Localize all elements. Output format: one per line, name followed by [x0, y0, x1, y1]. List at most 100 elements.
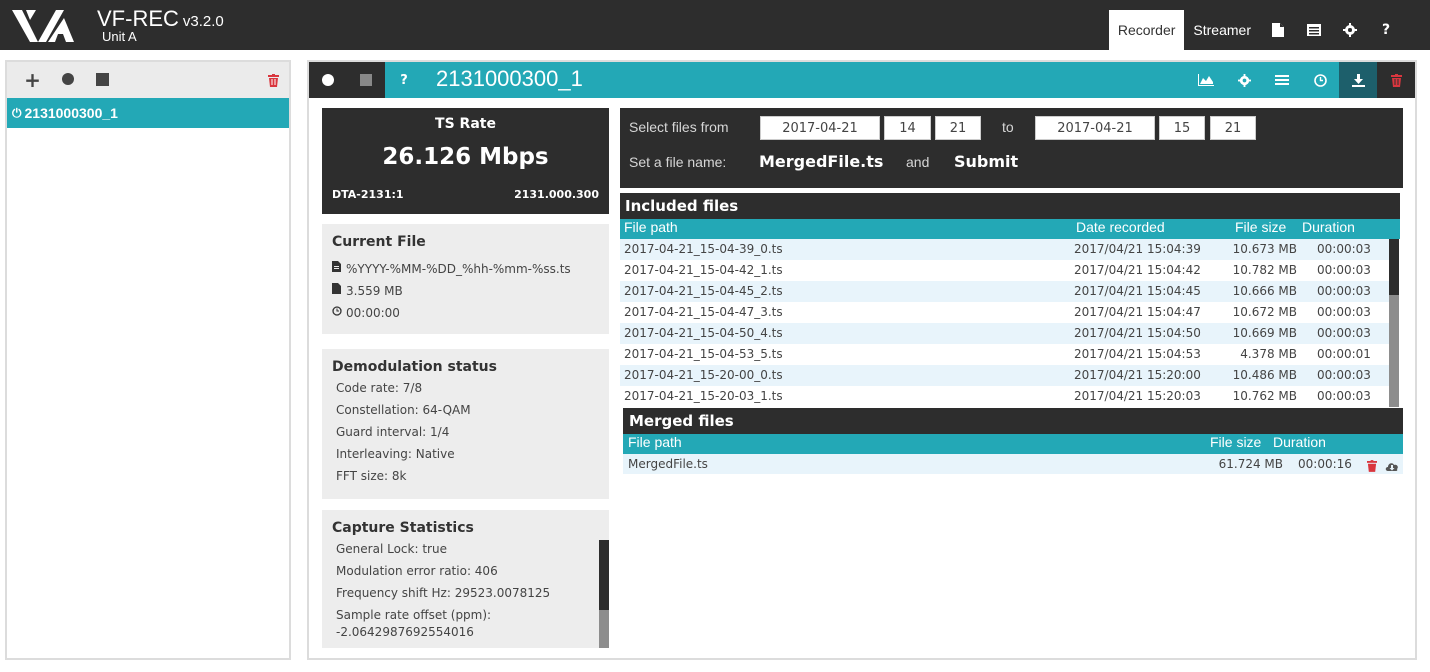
current-file-size-row: 3.559 MB: [332, 280, 609, 302]
file-size: 10.782 MB: [1232, 263, 1297, 277]
power-icon: ⏻: [12, 105, 22, 120]
table-row[interactable]: 2017-04-21_15-20-00_0.ts 2017/04/21 15:2…: [620, 365, 1389, 386]
trash-icon[interactable]: [1367, 458, 1377, 478]
col-duration[interactable]: Duration: [1302, 219, 1355, 235]
current-file-size: 3.559 MB: [346, 284, 403, 298]
demodulation-card: Demodulation status Code rate: 7/8 Const…: [322, 349, 609, 499]
from-date-input[interactable]: 2017-04-21: [760, 116, 880, 140]
duration: 00:00:03: [1317, 263, 1371, 277]
from-minute-input[interactable]: 21: [935, 116, 981, 140]
to-date-input[interactable]: 2017-04-21: [1035, 116, 1155, 140]
download-icon[interactable]: [1339, 62, 1377, 98]
recording-header-actions: [1187, 62, 1415, 98]
recording-item[interactable]: ⏻ 2131000300_1: [7, 98, 289, 128]
date-recorded: 2017/04/21 15:04:50: [1074, 326, 1201, 340]
included-files-title: Included files: [620, 193, 1400, 219]
add-icon[interactable]: +: [15, 68, 50, 92]
current-file-title: Current File: [332, 234, 426, 250]
col-file-size[interactable]: File size: [1210, 434, 1261, 450]
file-size: 10.669 MB: [1232, 326, 1297, 340]
merged-files-header: File path File size Duration: [623, 434, 1403, 454]
stop-button[interactable]: [347, 62, 385, 98]
included-files-list: 2017-04-21_15-04-39_0.ts 2017/04/21 15:0…: [620, 239, 1389, 407]
modulation-error-ratio: Modulation error ratio: 406: [336, 564, 498, 578]
capture-scrollbar[interactable]: [599, 540, 609, 648]
clock-icon[interactable]: [1301, 62, 1339, 98]
gear-icon[interactable]: [1225, 62, 1263, 98]
date-recorded: 2017/04/21 15:20:03: [1074, 389, 1201, 403]
chart-icon[interactable]: [1187, 62, 1225, 98]
table-row[interactable]: 2017-04-21_15-04-39_0.ts 2017/04/21 15:0…: [620, 239, 1389, 260]
ts-rate-value: 26.126 Mbps: [382, 144, 549, 170]
app-name: VF-REC: [97, 6, 179, 31]
record-button[interactable]: [309, 62, 347, 98]
capture-scrollbar-thumb[interactable]: [599, 540, 609, 610]
duration: 00:00:03: [1317, 368, 1371, 382]
stop-icon[interactable]: [85, 71, 120, 90]
tab-streamer[interactable]: Streamer: [1184, 10, 1260, 50]
submit-button[interactable]: Submit: [954, 152, 1018, 171]
unit-name: Unit A: [102, 29, 137, 44]
trash-icon[interactable]: [1377, 62, 1415, 98]
capture-statistics-title: Capture Statistics: [332, 520, 474, 536]
current-file-card: Current File %YYYY-%MM-%DD_%hh-%mm-%ss.t…: [322, 224, 609, 334]
code-rate: Code rate: 7/8: [336, 381, 423, 395]
table-row[interactable]: MergedFile.ts 61.724 MB 00:00:16: [623, 454, 1403, 474]
current-file-duration: 00:00:00: [346, 306, 400, 320]
tab-recorder[interactable]: Recorder: [1108, 10, 1185, 50]
file-icon[interactable]: [1260, 10, 1296, 50]
table-row[interactable]: 2017-04-21_15-20-03_1.ts 2017/04/21 15:2…: [620, 386, 1389, 407]
col-file-path[interactable]: File path: [628, 434, 682, 450]
record-icon[interactable]: [50, 71, 85, 90]
ts-rate-label: TS Rate: [435, 116, 496, 132]
recording-header: ? 2131000300_1: [309, 62, 1415, 98]
list-icon[interactable]: [1296, 10, 1332, 50]
help-button[interactable]: ?: [385, 62, 423, 98]
trash-icon[interactable]: [268, 72, 279, 91]
date-recorded: 2017/04/21 15:04:53: [1074, 347, 1201, 361]
app-version: v3.2.0: [182, 13, 224, 30]
table-row[interactable]: 2017-04-21_15-04-45_2.ts 2017/04/21 15:0…: [620, 281, 1389, 302]
included-files-scrollbar[interactable]: [1389, 239, 1399, 407]
included-files-scrollbar-thumb[interactable]: [1389, 239, 1399, 295]
cloud-download-icon[interactable]: [1385, 458, 1399, 478]
gear-icon[interactable]: [1332, 10, 1368, 50]
date-recorded: 2017/04/21 15:20:00: [1074, 368, 1201, 382]
table-row[interactable]: 2017-04-21_15-04-42_1.ts 2017/04/21 15:0…: [620, 260, 1389, 281]
col-date-recorded[interactable]: Date recorded: [1076, 219, 1165, 235]
top-nav: Recorder Streamer ?: [1108, 10, 1404, 50]
file-size: 10.673 MB: [1232, 242, 1297, 256]
table-row[interactable]: 2017-04-21_15-04-47_3.ts 2017/04/21 15:0…: [620, 302, 1389, 323]
file-path: 2017-04-21_15-04-45_2.ts: [624, 284, 783, 298]
duration: 00:00:03: [1317, 284, 1371, 298]
col-file-size[interactable]: File size: [1235, 219, 1286, 235]
date-recorded: 2017/04/21 15:04:47: [1074, 305, 1201, 319]
file-path: 2017-04-21_15-20-00_0.ts: [624, 368, 783, 382]
table-row[interactable]: 2017-04-21_15-04-50_4.ts 2017/04/21 15:0…: [620, 323, 1389, 344]
duration: 00:00:01: [1317, 347, 1371, 361]
from-hour-input[interactable]: 14: [884, 116, 931, 140]
guard-interval: Guard interval: 1/4: [336, 425, 450, 439]
recording-title: 2131000300_1: [436, 66, 583, 91]
col-duration[interactable]: Duration: [1273, 434, 1326, 450]
general-lock: General Lock: true: [336, 542, 447, 556]
to-minute-input[interactable]: 21: [1210, 116, 1256, 140]
file-text-icon: [332, 258, 346, 280]
and-label: and: [906, 154, 930, 170]
to-hour-input[interactable]: 15: [1159, 116, 1205, 140]
file-name-input[interactable]: MergedFile.ts: [759, 152, 883, 171]
ts-rate-card: TS Rate 26.126 Mbps DTA-2131:1 2131.000.…: [322, 108, 609, 214]
duration: 00:00:03: [1317, 326, 1371, 340]
col-file-path[interactable]: File path: [624, 219, 678, 235]
current-file-pattern-row: %YYYY-%MM-%DD_%hh-%mm-%ss.ts: [332, 258, 609, 280]
file-size: 10.762 MB: [1232, 389, 1297, 403]
file-icon: [332, 280, 346, 302]
list-icon[interactable]: [1263, 62, 1301, 98]
table-row[interactable]: 2017-04-21_15-04-53_5.ts 2017/04/21 15:0…: [620, 344, 1389, 365]
file-size: 10.486 MB: [1232, 368, 1297, 382]
help-icon[interactable]: ?: [1368, 10, 1404, 50]
to-label: to: [1002, 119, 1014, 135]
date-recorded: 2017/04/21 15:04:39: [1074, 242, 1201, 256]
included-files-header: File path Date recorded File size Durati…: [620, 219, 1400, 239]
file-path: 2017-04-21_15-04-42_1.ts: [624, 263, 783, 277]
